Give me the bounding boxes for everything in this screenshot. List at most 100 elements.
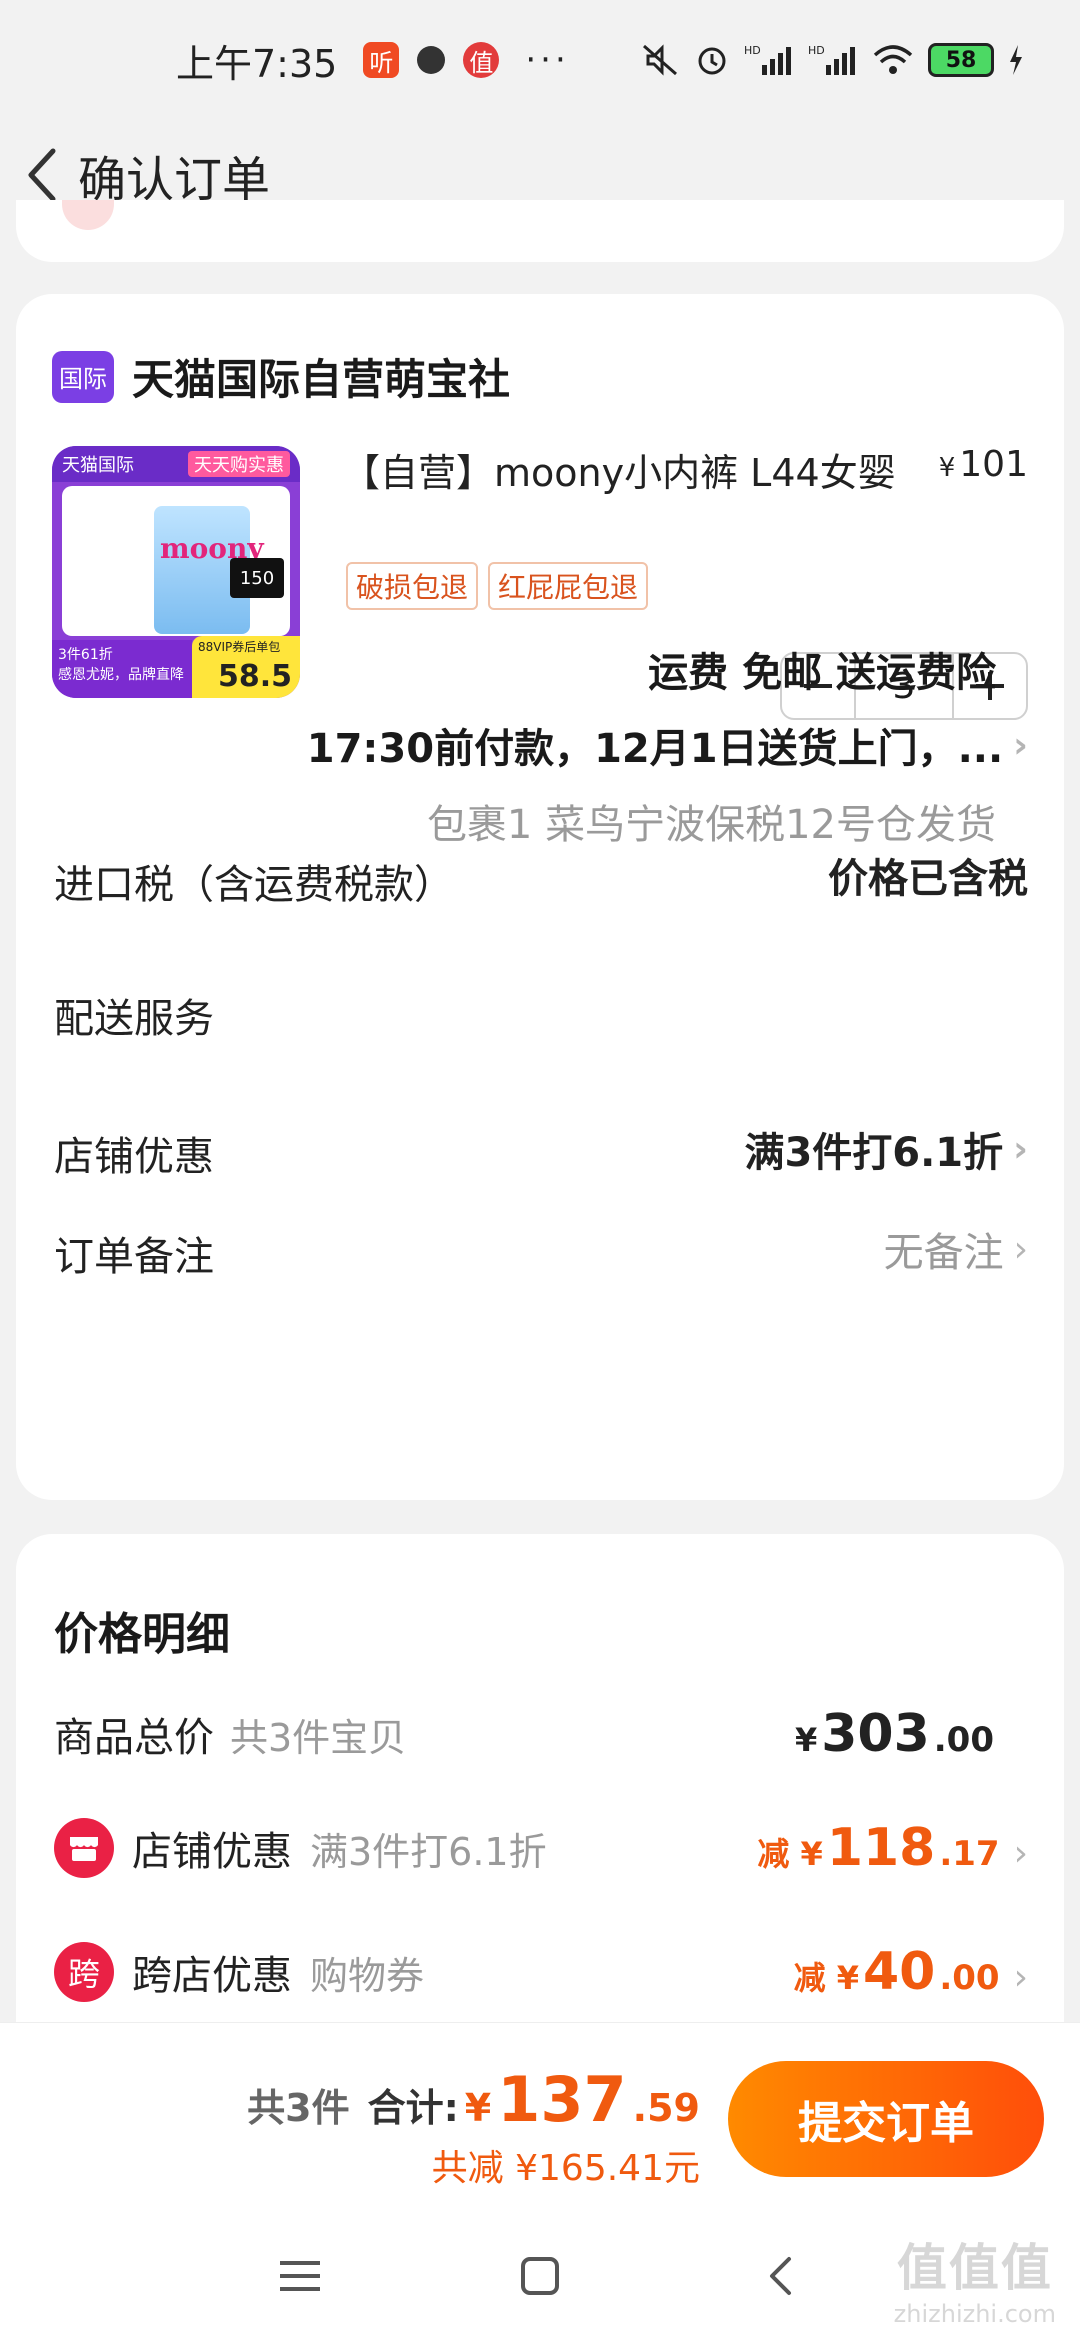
chevron-right-icon: › bbox=[1013, 724, 1028, 766]
cross-store-icon: 跨 bbox=[54, 1942, 114, 2002]
home-square-icon bbox=[521, 2257, 559, 2295]
sum-yen: ¥ bbox=[464, 2086, 492, 2130]
store-discount-value: 满3件打6.1折 bbox=[744, 1130, 1004, 1176]
order-note-value: 无备注 bbox=[883, 1230, 1004, 1276]
product-title[interactable]: 【自营】moony小内裤 L44女婴 bbox=[342, 442, 896, 497]
store-discount-detail-row[interactable]: 店铺优惠 满3件打6.1折 减 ¥ 118 .17 › bbox=[54, 1818, 1028, 1878]
svg-text:HD: HD bbox=[744, 44, 761, 57]
service-tag: 红屁屁包退 bbox=[488, 562, 649, 610]
watermark-logo: 值值值 bbox=[896, 2239, 1053, 2297]
store-discount-detail-label: 店铺优惠 bbox=[132, 1829, 292, 1875]
store-discount-dec: .17 bbox=[939, 1834, 1000, 1874]
store-order-card: 国际 天猫国际自营萌宝社 天猫国际 天天购实惠 moony 150 3件61折 … bbox=[16, 294, 1064, 1500]
cross-store-prefix: 减 ¥ bbox=[793, 1959, 859, 1997]
saved-amount: 共减 ¥165.41元 bbox=[431, 2148, 700, 2189]
product-image-banner-text: 天猫国际 bbox=[62, 455, 134, 476]
wifi-icon bbox=[873, 45, 913, 74]
menu-button[interactable] bbox=[270, 2246, 330, 2306]
chevron-right-icon: › bbox=[1013, 1228, 1028, 1270]
import-tax-label: 进口税（含运费税款） bbox=[54, 862, 454, 908]
goods-total-int: 303 bbox=[821, 1704, 930, 1764]
cross-store-discount-row[interactable]: 跨 跨店优惠 购物券 减 ¥ 40 .00 › bbox=[54, 1942, 1028, 2002]
store-header[interactable]: 国际 天猫国际自营萌宝社 bbox=[52, 346, 510, 407]
shipping-fee-text: 运费 免邮 送运费险 bbox=[648, 650, 996, 696]
store-discount-row[interactable]: 满3件打6.1折 › bbox=[744, 1120, 1028, 1178]
product-count-label: 150 bbox=[230, 558, 284, 598]
submit-bar: 共3件 合计: ¥ 137 .59 共减 ¥165.41元 提交订单 bbox=[0, 2022, 1080, 2212]
store-discount-prefix: 减 ¥ bbox=[757, 1835, 823, 1873]
cross-store-int: 40 bbox=[862, 1942, 936, 2002]
sum-int: 137 bbox=[497, 2063, 627, 2136]
signal-icon: HD bbox=[744, 44, 791, 75]
shop-icon bbox=[70, 1837, 98, 1861]
signal-icon-2: HD bbox=[808, 44, 855, 75]
mute-icon bbox=[643, 44, 677, 76]
shipping-delivery-text: 17:30前付款，12月1日送货上门，... bbox=[306, 726, 1004, 772]
cross-store-sub: 购物券 bbox=[310, 1953, 425, 1998]
import-tax-value: 价格已含税 bbox=[828, 856, 1028, 902]
zhi-app-icon: 值 bbox=[463, 42, 500, 78]
product-image-banner: 天猫国际 天天购实惠 bbox=[52, 446, 300, 482]
location-icon bbox=[62, 200, 114, 230]
cross-store-label: 跨店优惠 bbox=[132, 1953, 292, 1999]
watermark-url: zhizhizhi.com bbox=[893, 2300, 1056, 2328]
price-detail-title: 价格明细 bbox=[54, 1609, 230, 1660]
svg-text:HD: HD bbox=[808, 44, 825, 57]
price-value: 101 bbox=[959, 444, 1028, 485]
shipping-details[interactable]: 运费 免邮 送运费险 17:30前付款，12月1日送货上门，... › 包裹1 … bbox=[268, 640, 1028, 850]
cross-store-dec: .00 bbox=[939, 1958, 1000, 1998]
home-button[interactable] bbox=[510, 2246, 570, 2306]
store-discount-amount: 减 ¥ 118 .17 › bbox=[757, 1818, 1028, 1878]
price-detail-card: 价格明细 商品总价 共3件宝贝 ¥ 303 .00 店铺优惠 满3件打6.1折 … bbox=[16, 1534, 1064, 2094]
service-tags: 破损包退 红屁屁包退 bbox=[346, 562, 649, 610]
system-back-button[interactable] bbox=[750, 2246, 810, 2306]
battery-icon: 58 bbox=[928, 43, 994, 77]
product-image[interactable]: 天猫国际 天天购实惠 moony 150 3件61折 感恩尤妮，品牌直降 88V… bbox=[52, 446, 300, 698]
address-card-edge bbox=[16, 200, 1064, 262]
product-image-body: moony 150 bbox=[62, 486, 290, 636]
store-discount-int: 118 bbox=[826, 1818, 936, 1878]
charging-icon bbox=[1010, 45, 1022, 75]
alarm-icon bbox=[698, 47, 726, 75]
cross-store-amount: 减 ¥ 40 .00 › bbox=[794, 1942, 1028, 2002]
status-time: 上午7:35 bbox=[176, 41, 338, 86]
price-currency: ¥ bbox=[938, 453, 956, 483]
chevron-left-icon bbox=[28, 148, 56, 202]
store-discount-label: 店铺优惠 bbox=[54, 1134, 214, 1180]
shipping-delivery-row: 17:30前付款，12月1日送货上门，... › bbox=[268, 716, 1028, 774]
chevron-right-icon: › bbox=[1013, 1128, 1028, 1170]
service-tag: 破损包退 bbox=[346, 562, 479, 610]
app-dot-icon bbox=[417, 46, 446, 74]
order-note-label: 订单备注 bbox=[54, 1234, 214, 1280]
store-name: 天猫国际自营萌宝社 bbox=[132, 355, 511, 404]
goods-total-yen: ¥ bbox=[794, 1721, 818, 1759]
product-image-banner-tag: 天天购实惠 bbox=[188, 451, 290, 477]
goods-total-row: 商品总价 共3件宝贝 ¥ 303 .00 bbox=[54, 1704, 1028, 1764]
listen-app-icon: 听 bbox=[363, 42, 400, 78]
sum-label: 合计: bbox=[367, 2086, 459, 2130]
goods-total-dec: .00 bbox=[933, 1720, 994, 1760]
goods-count-text: 共3件宝贝 bbox=[230, 1715, 407, 1760]
promo-left-text: 3件61折 bbox=[58, 647, 113, 663]
back-triangle-icon bbox=[770, 2257, 791, 2295]
shipping-warehouse-text: 包裹1 菜鸟宁波保税12号仓发货 bbox=[426, 802, 996, 848]
sum-dec: .59 bbox=[632, 2086, 700, 2130]
product-promo-left: 3件61折 感恩尤妮，品牌直降 bbox=[52, 640, 192, 698]
tmall-global-logo: 国际 bbox=[52, 350, 114, 403]
chevron-right-icon: › bbox=[1013, 1833, 1028, 1874]
promo-left-bottom-text: 感恩尤妮，品牌直降 bbox=[58, 667, 184, 683]
submit-order-button[interactable]: 提交订单 bbox=[728, 2061, 1044, 2177]
order-total: 共3件 合计: ¥ 137 .59 bbox=[247, 2063, 700, 2136]
goods-total-label: 商品总价 bbox=[54, 1715, 214, 1761]
menu-icon bbox=[280, 2261, 320, 2291]
store-discount-icon bbox=[54, 1818, 114, 1878]
status-bar: 上午7:35 听 值 ··· HD HD 58 bbox=[0, 0, 1080, 120]
item-count: 共3件 bbox=[247, 2086, 350, 2130]
store-discount-detail-sub: 满3件打6.1折 bbox=[310, 1829, 547, 1874]
order-note-row[interactable]: 无备注 › bbox=[884, 1220, 1028, 1278]
watermark: 值值值 zhizhizhi.com bbox=[894, 2228, 1056, 2328]
chevron-right-icon: › bbox=[1013, 1957, 1028, 1998]
more-notifications-icon: ··· bbox=[525, 40, 570, 80]
product-price: ¥101 bbox=[939, 444, 1028, 485]
goods-total-amount: ¥ 303 .00 bbox=[795, 1704, 994, 1764]
